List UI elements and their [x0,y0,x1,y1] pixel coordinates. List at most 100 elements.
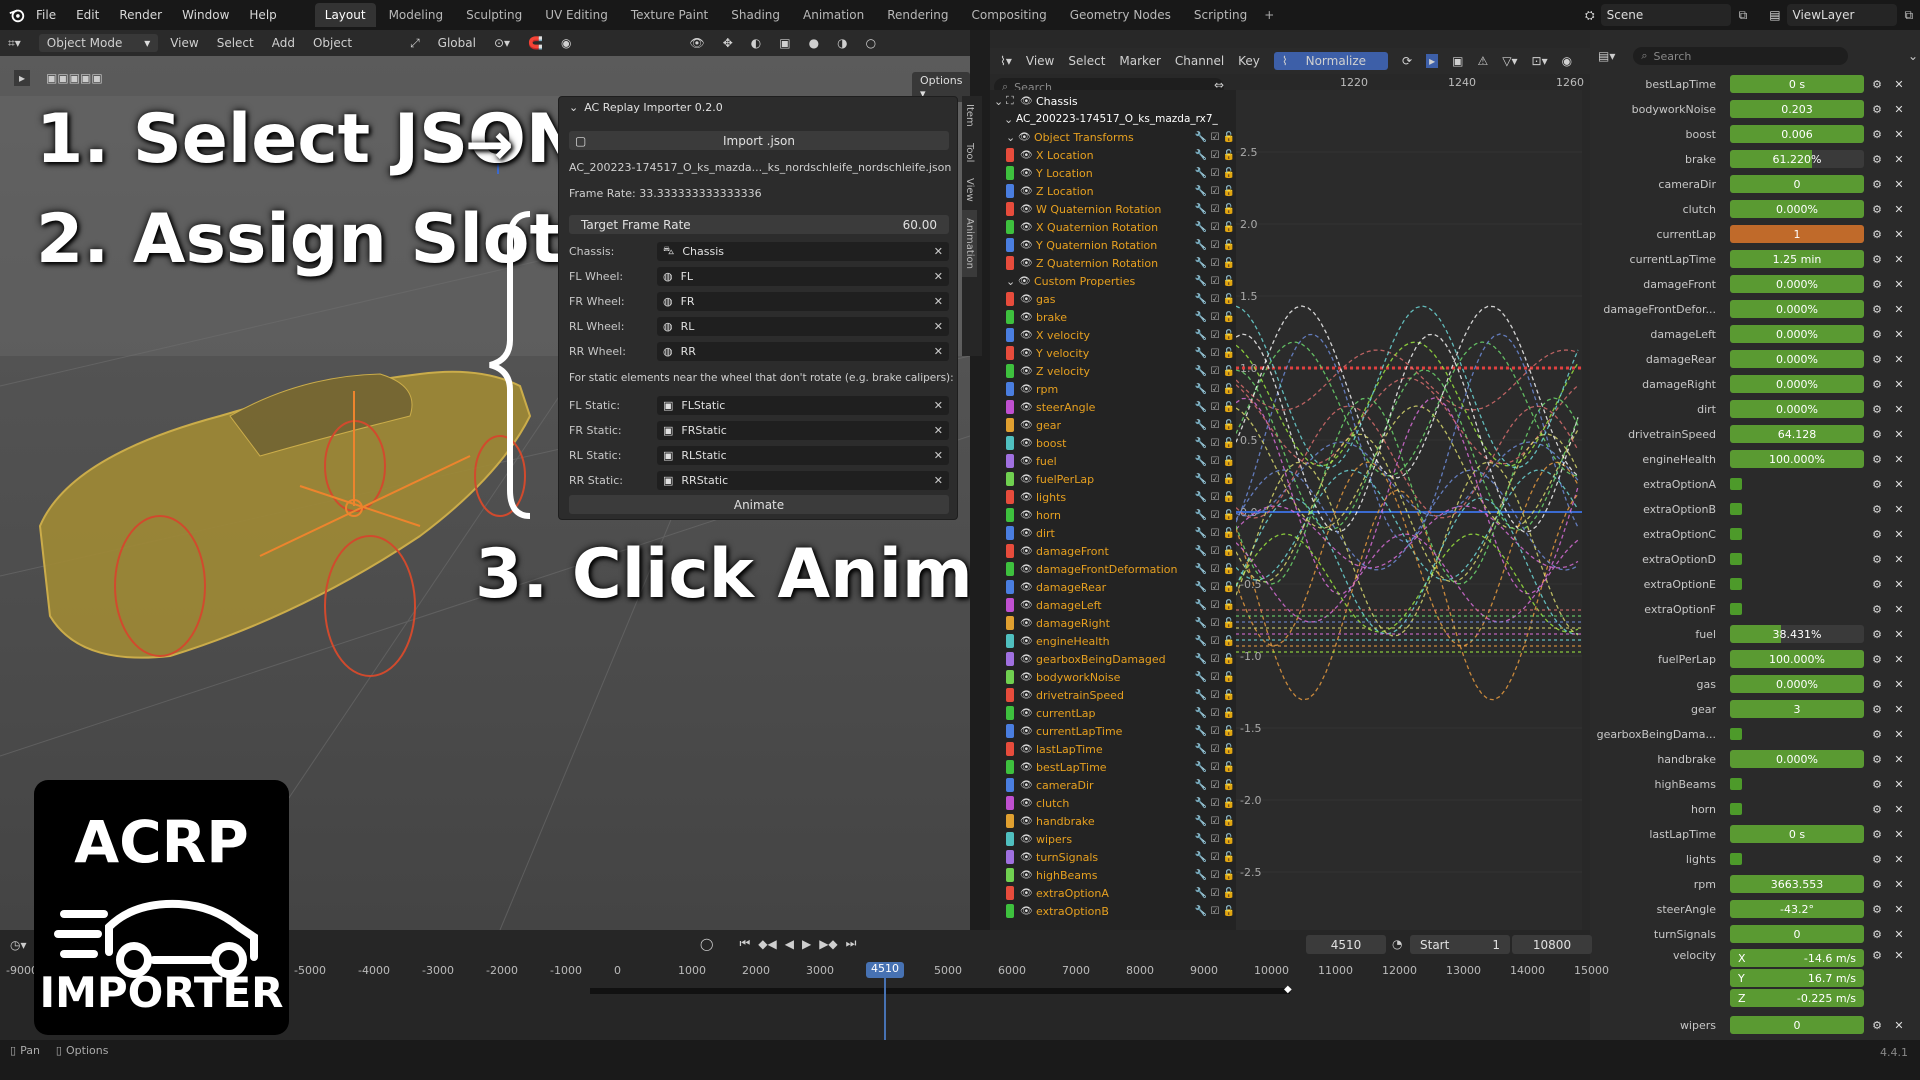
graph-menu-select[interactable]: Select [1068,54,1105,68]
property-value-field[interactable]: 1.25 min [1730,250,1864,268]
modifier-icon[interactable]: 🔧 [1194,204,1208,215]
lock-icon[interactable]: 🔓 [1222,618,1236,629]
channel-custom[interactable]: 👁 turnSignals 🔧 ☑ 🔓 [990,848,1236,866]
property-value-field[interactable]: -43.2° [1730,900,1864,918]
gear-icon[interactable]: ⚙ [1868,253,1886,266]
blender-logo-icon[interactable] [8,6,26,24]
gear-icon[interactable]: ⚙ [1868,153,1886,166]
clear-slot-icon[interactable]: ✕ [934,295,943,308]
xray-icon[interactable]: ▣ [779,36,790,50]
lock-icon[interactable]: 🔓 [1222,438,1236,449]
play-icon[interactable]: ▶ [802,937,811,951]
gear-icon[interactable]: ⚙ [1868,178,1886,191]
shading-material-icon[interactable]: ◑ [837,36,847,50]
modifier-icon[interactable]: 🔧 [1194,132,1208,143]
visibility-eye-icon[interactable]: 👁 [1020,366,1033,377]
remove-property-icon[interactable]: ✕ [1890,503,1908,516]
check-icon[interactable]: ☑ [1208,744,1222,755]
view-layer-selector[interactable]: ViewLayer [1786,4,1897,26]
viewport-menu-add[interactable]: Add [272,36,295,50]
velocity-x-field[interactable]: X -14.6 m/s [1730,949,1864,967]
gear-icon[interactable]: ⚙ [1868,678,1886,691]
property-checkbox[interactable] [1730,553,1742,565]
lock-icon[interactable]: 🔓 [1222,132,1236,143]
property-checkbox[interactable] [1730,478,1742,490]
remove-property-icon[interactable]: ✕ [1890,403,1908,416]
modifier-icon[interactable]: 🔧 [1194,708,1208,719]
tab-uv-editing[interactable]: UV Editing [535,3,618,27]
visibility-eye-icon[interactable]: 👁 [1020,744,1033,755]
sidebar-tab-tool[interactable]: Tool [962,135,977,170]
visibility-eye-icon[interactable]: 👁 [1020,834,1033,845]
gear-icon[interactable]: ⚙ [1868,78,1886,91]
check-icon[interactable]: ☑ [1208,582,1222,593]
static-field[interactable]: ▣ RRStatic ✕ [657,470,949,490]
channel-custom[interactable]: 👁 Z velocity 🔧 ☑ 🔓 [990,362,1236,380]
visibility-eye-icon[interactable]: 👁 [1020,222,1033,233]
gear-icon[interactable]: ⚙ [1868,878,1886,891]
target-frame-rate-field[interactable]: Target Frame Rate 60.00 [569,215,949,234]
shading-render-icon[interactable]: ○ [866,36,876,50]
property-value-field[interactable]: 0 [1730,925,1864,943]
remove-property-icon[interactable]: ✕ [1890,803,1908,816]
editor-type-icon[interactable]: ⌗▾ [8,36,21,51]
lock-icon[interactable]: 🔓 [1222,906,1236,917]
remove-property-icon[interactable]: ✕ [1890,528,1908,541]
property-value-field[interactable]: 3 [1730,700,1864,718]
lock-icon[interactable]: 🔓 [1222,384,1236,395]
visibility-eye-icon[interactable]: 👁 [1020,492,1033,503]
gear-icon[interactable]: ⚙ [1868,228,1886,241]
mode-dropdown[interactable]: Object Mode ▾ [38,34,159,52]
channel-custom[interactable]: 👁 damageRight 🔧 ☑ 🔓 [990,614,1236,632]
timeline-type-icon[interactable]: ◷▾ [10,938,27,952]
lock-icon[interactable]: 🔓 [1222,150,1236,161]
modifier-icon[interactable]: 🔧 [1194,762,1208,773]
lock-icon[interactable]: 🔓 [1222,258,1236,269]
lock-icon[interactable]: 🔓 [1222,510,1236,521]
property-value-field[interactable]: 0.000% [1730,200,1864,218]
remove-property-icon[interactable]: ✕ [1890,253,1908,266]
lock-icon[interactable]: 🔓 [1222,240,1236,251]
start-frame-field[interactable]: Start 1 [1410,935,1510,954]
modifier-icon[interactable]: 🔧 [1194,798,1208,809]
only-selected-icon[interactable]: ▸ [1426,54,1439,68]
visibility-eye-icon[interactable]: 👁 [1020,870,1033,881]
sidebar-tab-item[interactable]: Item [962,96,977,135]
select-box-icon[interactable]: ▸ [14,70,31,86]
visibility-eye-icon[interactable]: 👁 [1020,528,1033,539]
snap-icon[interactable]: 🧲 [528,36,543,50]
expand-icon[interactable]: ⌄ [1006,275,1018,288]
remove-property-icon[interactable]: ✕ [1890,203,1908,216]
new-view-layer-icon[interactable]: ⧉ [1905,8,1914,23]
channel-custom[interactable]: 👁 currentLap 🔧 ☑ 🔓 [990,704,1236,722]
visibility-eye-icon[interactable]: 👁 [1020,654,1033,665]
check-icon[interactable]: ☑ [1208,636,1222,647]
remove-property-icon[interactable]: ✕ [1890,603,1908,616]
remove-property-icon[interactable]: ✕ [1890,678,1908,691]
modifier-icon[interactable]: 🔧 [1194,492,1208,503]
channel-custom[interactable]: 👁 boost 🔧 ☑ 🔓 [990,434,1236,452]
check-icon[interactable]: ☑ [1208,564,1222,575]
slot-field[interactable]: ◍ FL ✕ [657,266,949,286]
visibility-eye-icon[interactable]: 👁 [1020,600,1033,611]
lock-icon[interactable]: 🔓 [1222,708,1236,719]
show-hidden-icon[interactable]: ▣ [1452,54,1463,68]
visibility-eye-icon[interactable]: 👁 [1020,618,1033,629]
visibility-eye-icon[interactable]: 👁 [1020,150,1033,161]
graph-editor-type-icon[interactable]: ⌇▾ [1000,54,1012,68]
lock-icon[interactable]: 🔓 [1222,744,1236,755]
tab-layout[interactable]: Layout [314,3,376,27]
check-icon[interactable]: ☑ [1208,240,1222,251]
modifier-icon[interactable]: 🔧 [1194,690,1208,701]
lock-icon[interactable]: 🔓 [1222,690,1236,701]
lock-icon[interactable]: 🔓 [1222,294,1236,305]
check-icon[interactable]: ☑ [1208,888,1222,899]
gear-icon[interactable]: ⚙ [1868,578,1886,591]
channel-group-custom[interactable]: ⌄ 👁 Custom Properties 🔧 ☑ 🔓 [990,272,1236,290]
check-icon[interactable]: ☑ [1208,186,1222,197]
tab-shading[interactable]: Shading [721,3,790,27]
transform-orientation[interactable]: Global [438,36,476,50]
modifier-icon[interactable]: 🔧 [1194,528,1208,539]
property-value-field[interactable]: 0 s [1730,75,1864,93]
modifier-icon[interactable]: 🔧 [1194,294,1208,305]
